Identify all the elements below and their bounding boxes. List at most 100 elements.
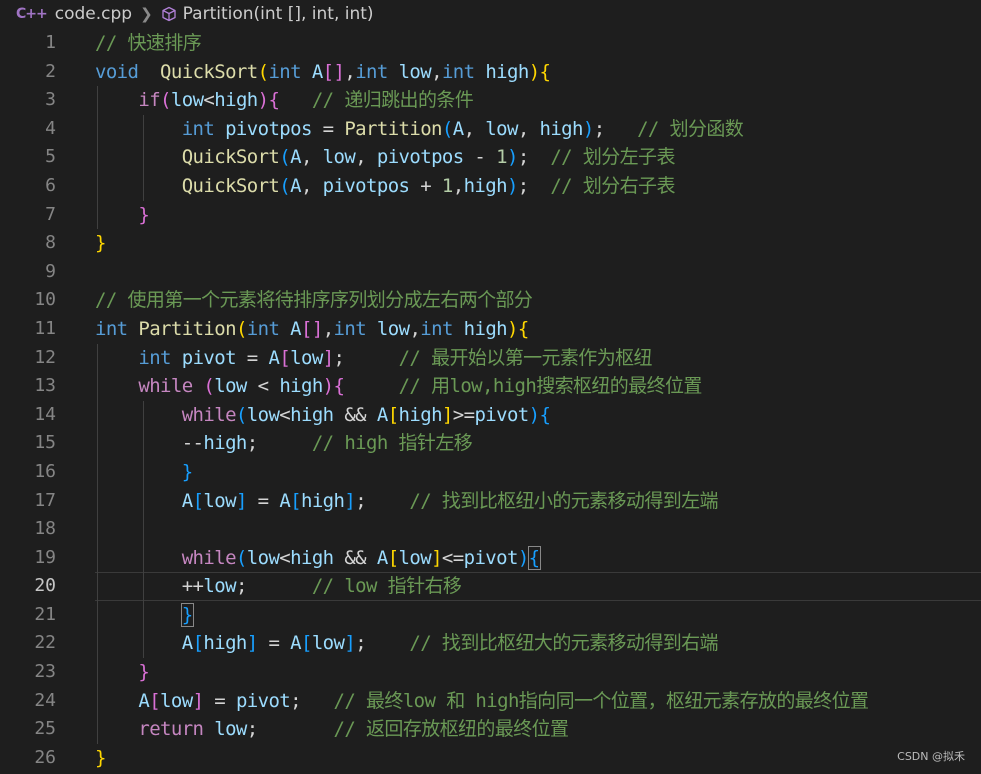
code-line[interactable]: 24 A[low] = pivot; // 最终low 和 high指向同一个位… <box>0 686 981 716</box>
code-line[interactable]: 7 } <box>0 200 981 230</box>
code-line[interactable]: 18 <box>0 515 981 544</box>
code-token: [] <box>301 317 323 340</box>
breadcrumb-file[interactable]: code.cpp <box>55 4 132 24</box>
code-line[interactable]: 15 --high; // high 指针左移 <box>0 429 981 458</box>
code-line[interactable]: 12 int pivot = A[low]; // 最开始以第一元素作为枢纽 <box>0 343 981 373</box>
code-token: ; <box>593 117 638 140</box>
code-token: && <box>333 546 377 569</box>
code-text: ++low; // low 指针右移 <box>95 572 462 601</box>
code-token: ) <box>528 403 540 426</box>
code-token: // low 指针右移 <box>311 575 462 598</box>
code-token: ] <box>235 489 247 512</box>
code-line[interactable]: 22 A[high] = A[low]; // 找到比枢纽大的元素移动得到右端 <box>0 629 981 659</box>
code-token: int <box>95 317 128 340</box>
code-line[interactable]: 4 int pivotpos = Partition(A, low, high)… <box>0 114 981 144</box>
code-token: , <box>355 146 377 169</box>
code-line[interactable]: 2 void QuickSort(int A[],int low,int high… <box>0 58 981 87</box>
code-token: // 使用第一个元素将待排序序列划分成左右两个部分 <box>95 289 533 312</box>
code-line[interactable]: 9 <box>0 258 981 287</box>
code-line[interactable]: 25 return low; // 返回存放枢纽的最终位置 <box>0 715 981 744</box>
code-line[interactable]: 23 } <box>0 658 981 687</box>
line-number: 25 <box>34 718 56 740</box>
code-token: high <box>203 632 247 655</box>
code-text: } <box>95 601 194 630</box>
code-token: < <box>279 403 291 426</box>
code-line[interactable]: 8} <box>0 229 981 258</box>
code-token: A <box>290 632 301 655</box>
breadcrumb-symbol[interactable]: Partition(int [], int, int) <box>183 4 374 24</box>
code-token: , <box>300 146 323 169</box>
code-token: // 划分左子表 <box>550 146 675 169</box>
code-token: ] <box>431 546 442 569</box>
code-text: int pivotpos = Partition(A, low, high); … <box>95 115 744 144</box>
code-token: [ <box>387 546 399 569</box>
code-line[interactable]: 21 } <box>0 600 981 630</box>
code-line[interactable]: 26} <box>0 744 981 773</box>
code-line[interactable]: 16 } <box>0 457 981 487</box>
code-token: int <box>441 60 475 83</box>
code-token: high <box>463 174 508 197</box>
code-token: ] <box>246 632 258 655</box>
code-token: = <box>257 632 291 655</box>
code-line[interactable]: 10 // 使用第一个元素将待排序序列划分成左右两个部分 <box>0 286 981 315</box>
code-token: ( <box>279 146 291 169</box>
line-number: 22 <box>34 632 56 654</box>
code-token: ( <box>441 117 453 140</box>
code-token: , <box>463 117 486 140</box>
code-token: high <box>203 432 247 455</box>
code-text: return low; // 返回存放枢纽的最终位置 <box>95 715 569 744</box>
code-line[interactable]: 3 if(low<high){ // 递归跳出的条件 <box>0 86 981 115</box>
breadcrumb: C++ code.cpp ❯ Partition(int [], int, in… <box>0 0 981 28</box>
code-text: while (low < high){ // 用low,high搜索枢纽的最终位… <box>95 372 702 401</box>
line-number: 10 <box>34 289 56 311</box>
code-token: [] <box>322 60 345 83</box>
code-token: [ <box>149 689 161 712</box>
line-number: 8 <box>45 232 56 254</box>
code-token: low <box>170 89 204 112</box>
code-line[interactable]: 13 while (low < high){ // 用low,high搜索枢纽的… <box>0 372 981 401</box>
code-token: [ <box>290 489 301 512</box>
code-token: // 快速排序 <box>95 32 202 54</box>
code-line[interactable]: 19 while(low<high && A[low]<=pivot){ <box>0 543 981 573</box>
code-token: A <box>290 146 301 169</box>
code-token: < <box>279 546 291 569</box>
code-token: } <box>181 460 193 483</box>
code-text: QuickSort(A, pivotpos + 1,high); // 划分右子… <box>95 172 676 201</box>
code-token: low <box>203 489 236 512</box>
code-line[interactable]: 20 ++low; // low 指针右移 <box>0 572 981 601</box>
code-line[interactable]: 1 // 快速排序 <box>0 29 981 58</box>
code-token: ) <box>257 89 269 112</box>
code-token: int <box>333 317 367 340</box>
code-token: ; <box>333 346 399 369</box>
code-token: { <box>527 545 541 570</box>
line-number: 1 <box>45 32 56 53</box>
code-line[interactable]: 6 QuickSort(A, pivotpos + 1,high); // 划分… <box>0 171 981 201</box>
code-token: pivotpos <box>322 174 410 197</box>
code-line[interactable]: 14 while(low<high && A[high]>=pivot){ <box>0 400 981 430</box>
code-token: A <box>452 117 464 140</box>
code-token: if <box>138 89 161 112</box>
line-number: 17 <box>34 489 56 511</box>
code-token: int <box>138 346 171 369</box>
code-token: // 划分函数 <box>637 117 744 140</box>
code-line[interactable]: 11 int Partition(int A[],int low,int high… <box>0 315 981 344</box>
code-editor[interactable]: 1 // 快速排序 2 void QuickSort(int A[],int low,… <box>0 29 981 772</box>
code-token: A <box>311 60 323 83</box>
code-line[interactable]: 17 A[low] = A[high]; // 找到比枢纽小的元素移动得到左端 <box>0 486 981 516</box>
code-token: low <box>376 317 410 340</box>
code-token: low <box>214 375 247 398</box>
code-token: A <box>138 689 150 712</box>
cube-symbol-icon <box>161 6 177 22</box>
code-token: Partition <box>138 317 236 340</box>
code-token: A <box>376 546 388 569</box>
line-number: 16 <box>34 460 56 482</box>
code-line[interactable]: 5 QuickSort(A, low, pivotpos - 1); // 划分… <box>0 143 981 172</box>
code-token: pivot <box>235 689 291 712</box>
